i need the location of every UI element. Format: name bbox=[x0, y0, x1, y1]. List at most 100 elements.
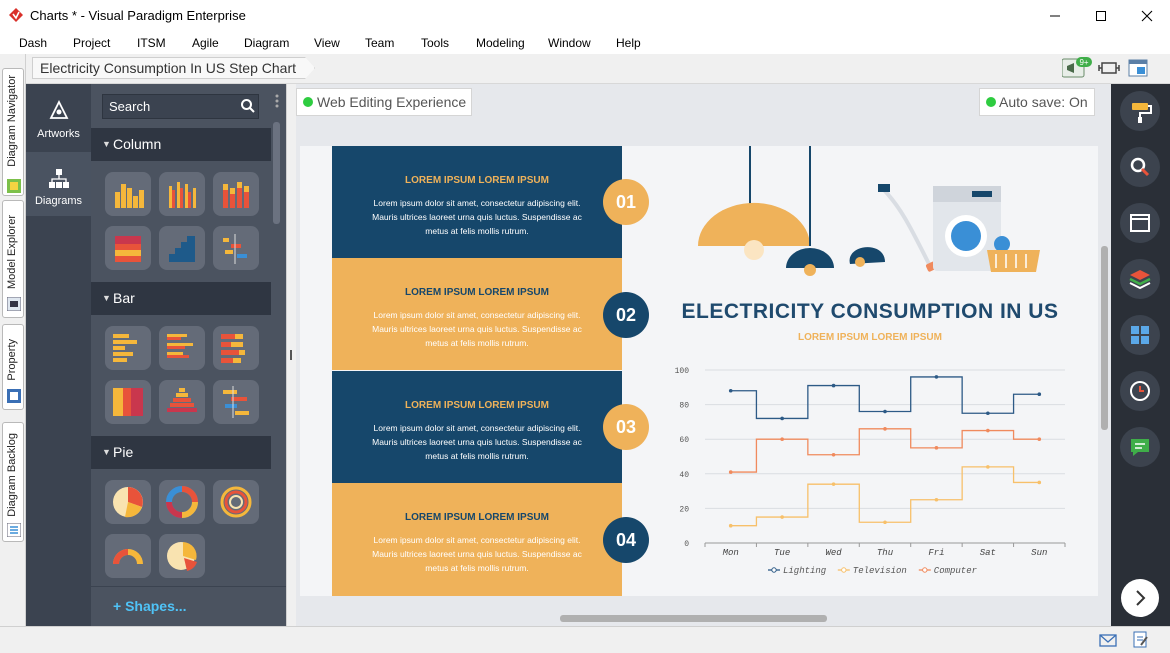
data-point bbox=[883, 409, 887, 414]
range-column-chart-icon bbox=[223, 234, 247, 264]
step-number-badge[interactable]: 01 bbox=[603, 179, 649, 225]
step-band-4[interactable]: LOREM IPSUM LOREM IPSUM Lorem ipsum dolo… bbox=[332, 483, 622, 596]
menu-dash[interactable]: Dash bbox=[19, 36, 47, 50]
palette-scrollbar[interactable] bbox=[273, 122, 280, 224]
announcement-button[interactable]: 9+ bbox=[1061, 57, 1092, 78]
menu-view[interactable]: View bbox=[314, 36, 340, 50]
divider bbox=[91, 586, 286, 587]
pie-chart-tile[interactable] bbox=[105, 480, 151, 524]
range-bar-chart-tile[interactable] bbox=[213, 380, 259, 424]
doughnut-chart-tile[interactable] bbox=[159, 480, 205, 524]
step-band-3[interactable]: LOREM IPSUM LOREM IPSUM Lorem ipsum dolo… bbox=[332, 371, 622, 483]
stacked-100-column-chart-tile[interactable] bbox=[105, 226, 151, 270]
household-appliances-illustration[interactable] bbox=[690, 146, 1050, 276]
menu-itsm[interactable]: ITSM bbox=[137, 36, 166, 50]
comments-button[interactable] bbox=[1120, 427, 1160, 467]
infographic-title[interactable]: ELECTRICITY CONSUMPTION IN US bbox=[680, 300, 1060, 324]
palette-section-column[interactable]: ▼ Column bbox=[91, 128, 271, 161]
grid-panels-icon bbox=[1131, 326, 1149, 344]
step-band-1[interactable]: LOREM IPSUM LOREM IPSUM Lorem ipsum dolo… bbox=[332, 146, 622, 258]
data-point bbox=[934, 375, 939, 379]
nav-artworks[interactable]: Artworks bbox=[26, 84, 91, 150]
bar-chart-icon bbox=[113, 334, 137, 362]
stacked-column-chart-tile[interactable] bbox=[213, 172, 259, 216]
mail-icon[interactable] bbox=[1099, 633, 1117, 647]
notes-edit-icon[interactable] bbox=[1133, 631, 1149, 649]
data-point bbox=[1037, 480, 1042, 485]
shapes-link[interactable]: + Shapes... bbox=[113, 598, 187, 614]
menu-diagram[interactable]: Diagram bbox=[244, 36, 289, 50]
close-icon bbox=[1141, 10, 1153, 22]
pie-chart-icon bbox=[113, 487, 143, 518]
bar-chart-tile[interactable] bbox=[105, 326, 151, 370]
clock-history-icon bbox=[1130, 381, 1150, 401]
menu-window[interactable]: Window bbox=[548, 36, 591, 50]
menu-modeling[interactable]: Modeling bbox=[476, 36, 525, 50]
menu-help[interactable]: Help bbox=[616, 36, 641, 50]
series-line-computer bbox=[730, 428, 1040, 473]
zoom-button[interactable] bbox=[1120, 147, 1160, 187]
data-point bbox=[831, 452, 836, 457]
column-chart-icon bbox=[115, 184, 144, 208]
step-line-chart[interactable]: 0 20 40 60 80 100 Mon Tue Wed Thu Fri Sat Sun Lightin… bbox=[660, 362, 1070, 582]
data-point bbox=[934, 446, 939, 450]
status-dot-icon bbox=[303, 97, 313, 107]
step-number-badge[interactable]: 02 bbox=[603, 292, 649, 338]
web-editing-toggle[interactable]: Web Editing Experience bbox=[296, 88, 472, 116]
horizontal-scrollbar[interactable] bbox=[560, 615, 827, 622]
infographic-page[interactable]: LOREM IPSUM LOREM IPSUM Lorem ipsum dolo… bbox=[300, 146, 1098, 596]
tab-model-explorer[interactable]: Model Explorer bbox=[2, 200, 24, 318]
ring-chart-tile[interactable] bbox=[213, 480, 259, 524]
layout-gallery-button[interactable] bbox=[1120, 315, 1160, 355]
nav-diagrams[interactable]: Diagrams bbox=[26, 152, 91, 216]
menu-team[interactable]: Team bbox=[365, 36, 394, 50]
stacked-bar-chart-tile[interactable] bbox=[213, 326, 259, 370]
tab-label: Diagram Navigator bbox=[6, 75, 18, 167]
palette-section-bar[interactable]: ▼ Bar bbox=[91, 282, 271, 315]
layout-button[interactable] bbox=[1127, 58, 1149, 78]
maximize-button[interactable] bbox=[1078, 0, 1124, 32]
step-column-chart-tile[interactable] bbox=[159, 226, 205, 270]
step-title: LOREM IPSUM LOREM IPSUM bbox=[405, 512, 549, 523]
tab-diagram-backlog[interactable]: Diagram Backlog bbox=[2, 422, 24, 542]
pyramid-bar-chart-tile[interactable] bbox=[159, 380, 205, 424]
step-number-badge[interactable]: 03 bbox=[603, 404, 649, 450]
panel-splitter[interactable] bbox=[286, 84, 296, 626]
grouped-bar-chart-icon bbox=[167, 334, 193, 358]
expand-panel-button[interactable] bbox=[1121, 579, 1159, 617]
half-doughnut-chart-tile[interactable] bbox=[105, 534, 151, 578]
data-point bbox=[780, 515, 784, 519]
layers-button[interactable] bbox=[1120, 259, 1160, 299]
minimize-button[interactable] bbox=[1032, 0, 1078, 32]
tab-property[interactable]: Property bbox=[2, 324, 24, 410]
gantt-column-chart-tile[interactable] bbox=[213, 226, 259, 270]
menu-project[interactable]: Project bbox=[73, 36, 110, 50]
percent-column-chart-icon bbox=[115, 236, 141, 262]
search-input[interactable]: Search bbox=[102, 94, 259, 119]
palette-section-pie[interactable]: ▼ Pie bbox=[91, 436, 271, 469]
close-button[interactable] bbox=[1124, 0, 1170, 32]
menu-agile[interactable]: Agile bbox=[192, 36, 219, 50]
menu-tools[interactable]: Tools bbox=[421, 36, 449, 50]
breadcrumb[interactable]: Electricity Consumption In US Step Chart bbox=[32, 57, 315, 79]
range-bar-chart-icon bbox=[223, 386, 249, 418]
x-tick-label: Tue bbox=[774, 548, 790, 558]
fit-page-button[interactable] bbox=[1098, 59, 1120, 79]
step-number-badge[interactable]: 04 bbox=[603, 517, 649, 563]
history-button[interactable] bbox=[1120, 371, 1160, 411]
grouped-bar-chart-tile[interactable] bbox=[159, 326, 205, 370]
autosave-toggle[interactable]: Auto save: On bbox=[979, 88, 1095, 116]
column-chart-tile[interactable] bbox=[105, 172, 151, 216]
grouped-column-chart-tile[interactable] bbox=[159, 172, 205, 216]
tab-diagram-navigator[interactable]: Diagram Navigator bbox=[2, 68, 24, 196]
infographic-subtitle[interactable]: LOREM IPSUM LOREM IPSUM bbox=[680, 332, 1060, 343]
format-painter-button[interactable] bbox=[1120, 91, 1160, 131]
diagram-overview-button[interactable] bbox=[1120, 203, 1160, 243]
step-band-2[interactable]: LOREM IPSUM LOREM IPSUM Lorem ipsum dolo… bbox=[332, 258, 622, 370]
palette-menu-icon[interactable] bbox=[275, 94, 279, 108]
exploded-pie-chart-tile[interactable] bbox=[159, 534, 205, 578]
stacked-100-bar-chart-tile[interactable] bbox=[105, 380, 151, 424]
nav-artworks-label: Artworks bbox=[37, 128, 80, 140]
step-column-chart-icon bbox=[169, 236, 195, 262]
vertical-scrollbar[interactable] bbox=[1101, 246, 1108, 430]
